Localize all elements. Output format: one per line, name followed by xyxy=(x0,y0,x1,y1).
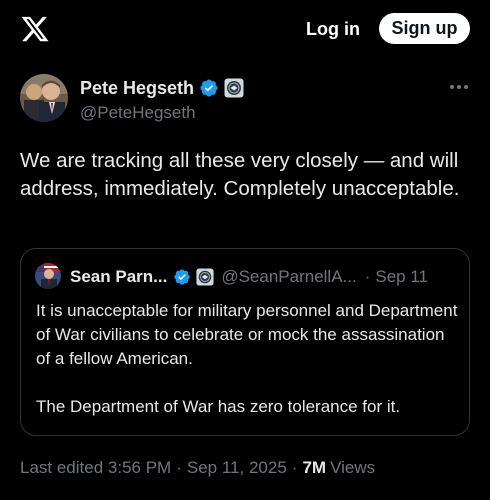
x-logo-icon[interactable] xyxy=(20,14,50,44)
login-button[interactable]: Log in xyxy=(296,15,370,43)
avatar[interactable] xyxy=(20,74,68,122)
quoted-avatar-image xyxy=(35,263,61,289)
government-seal-icon xyxy=(224,78,244,98)
government-seal-icon xyxy=(196,268,214,286)
separator-dot: · xyxy=(364,267,371,286)
views-label: Views xyxy=(330,458,376,477)
quoted-author-handle: @SeanParnellA... xyxy=(221,267,357,286)
verified-badge-icon xyxy=(174,269,191,285)
author-name[interactable]: Pete Hegseth xyxy=(80,78,194,99)
quoted-author-name: Sean Parn... xyxy=(70,267,168,286)
quoted-post-date[interactable]: Sep 11 xyxy=(375,267,428,287)
post-text: We are tracking all these very closely —… xyxy=(20,149,460,200)
post-metadata: Last edited 3:56 PM · Sep 11, 2025 · 7M … xyxy=(20,458,375,478)
author-name-row: Pete Hegseth xyxy=(80,77,244,99)
last-edited-time[interactable]: Last edited 3:56 PM xyxy=(20,458,171,478)
avatar-image xyxy=(20,74,68,122)
post-date[interactable]: Sep 11, 2025 xyxy=(187,458,287,478)
separator-dot: · xyxy=(291,458,298,477)
quoted-header: Sean Parn... @SeanParnellA... · Sep 11 xyxy=(70,266,428,288)
author-handle[interactable]: @PeteHegseth xyxy=(80,103,196,123)
quoted-post[interactable]: Sean Parn... @SeanParnellA... · Sep 11 I… xyxy=(20,248,470,436)
top-bar: Log in Sign up xyxy=(0,0,490,58)
more-horizontal-icon[interactable] xyxy=(448,80,470,94)
quoted-paragraph-2: The Department of War has zero tolerance… xyxy=(36,397,401,416)
quoted-paragraph-1: It is unacceptable for military personne… xyxy=(36,301,458,368)
quoted-avatar[interactable] xyxy=(35,263,61,289)
separator-dot: · xyxy=(176,458,182,477)
verified-badge-icon xyxy=(200,79,218,97)
signup-button[interactable]: Sign up xyxy=(379,13,470,44)
quoted-post-text: It is unacceptable for military personne… xyxy=(36,299,461,419)
views-count: 7M xyxy=(302,458,327,477)
